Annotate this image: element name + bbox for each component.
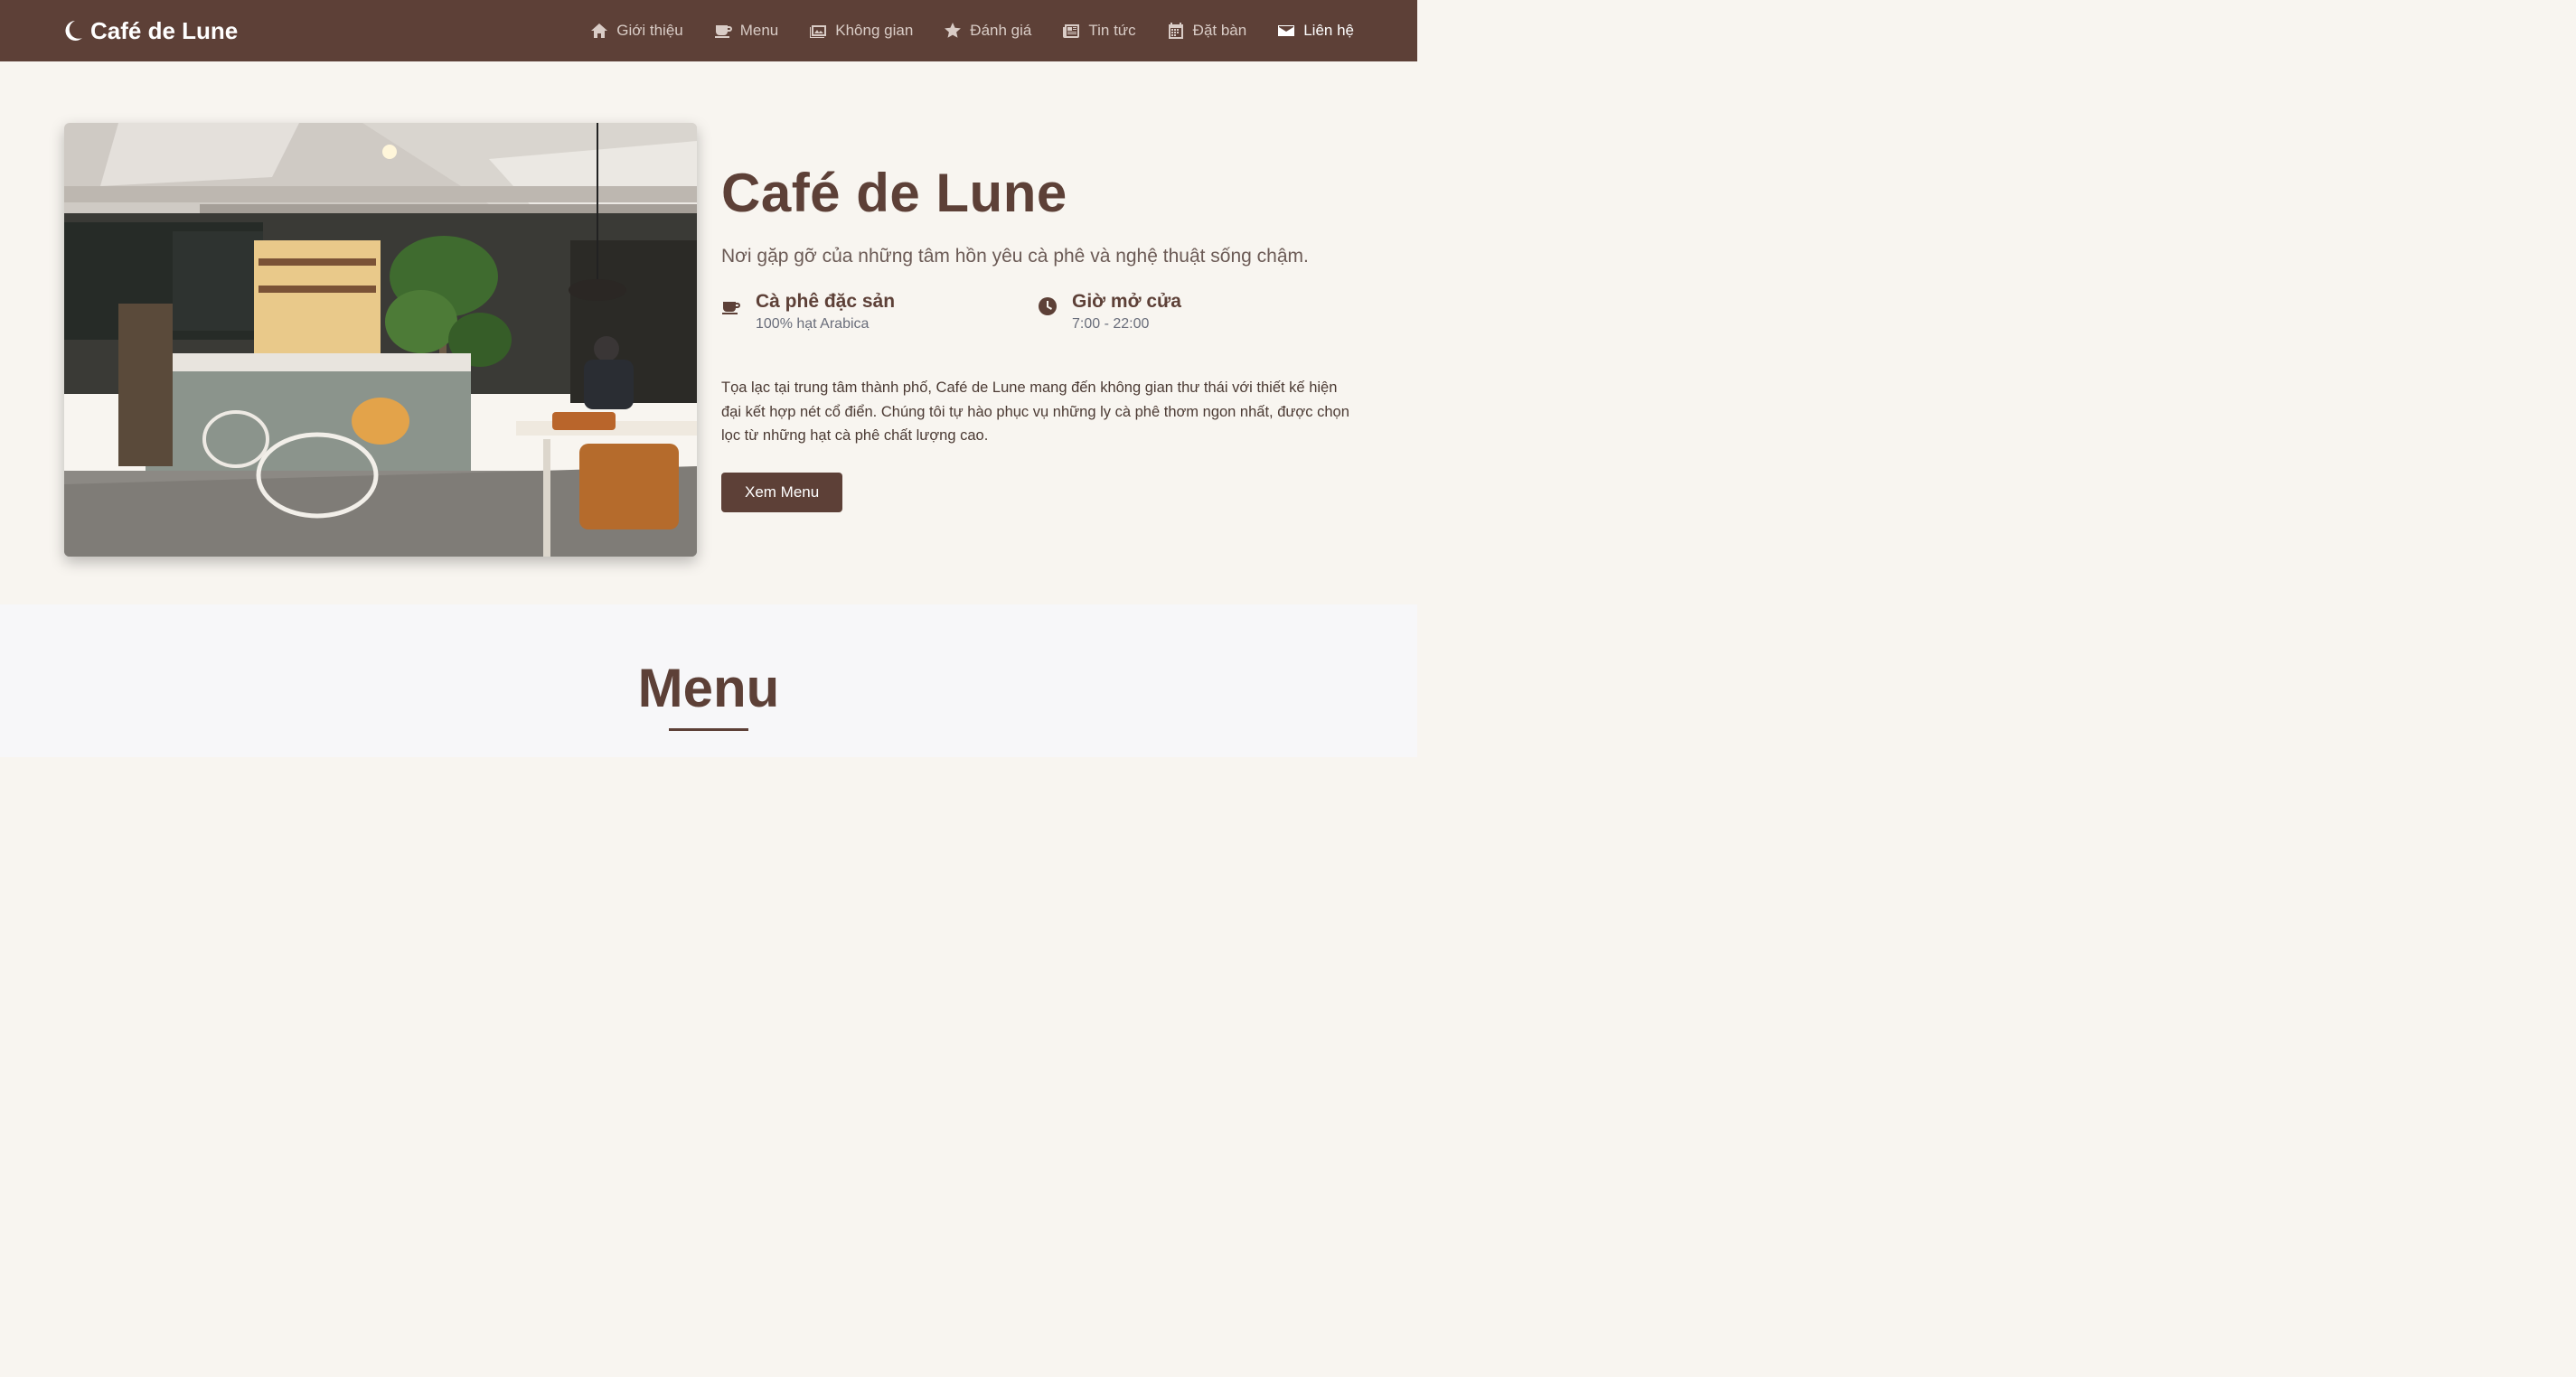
menu-section: Menu — [0, 604, 1417, 757]
feature-row: Cà phê đặc sản 100% hạt Arabica Giờ mở c… — [721, 291, 1354, 333]
nav-item-danh-gia[interactable]: Đánh giá — [944, 22, 1031, 40]
brand-name: Café de Lune — [90, 16, 239, 44]
nav-item-label: Đặt bàn — [1192, 22, 1247, 39]
feature-opening-hours: Giờ mở cửa 7:00 - 22:00 — [1038, 291, 1354, 333]
calendar-icon — [1168, 23, 1183, 39]
feature-subtitle: 7:00 - 22:00 — [1072, 316, 1150, 332]
hero-description: Tọa lạc tại trung tâm thành phố, Café de… — [721, 379, 1349, 444]
clock-icon — [1039, 297, 1057, 315]
nav-item-label: Đánh giá — [970, 22, 1032, 39]
nav-item-label: Tin tức — [1088, 22, 1136, 39]
newspaper-icon — [1063, 24, 1080, 38]
moon-icon — [65, 21, 82, 41]
nav-item-label: Menu — [739, 22, 779, 39]
coffee-icon — [722, 302, 740, 314]
nav-item-label: Liên hệ — [1303, 22, 1354, 39]
nav-links: Giới thiệu Menu Không gian Đánh giá Tin … — [590, 22, 1354, 40]
feature-subtitle: 100% hạt Arabica — [756, 316, 870, 332]
star-icon — [945, 23, 962, 38]
feature-title: Giờ mở cửa — [1072, 291, 1181, 312]
top-navbar: Café de Lune Giới thiệu Menu Không gian … — [0, 0, 1417, 61]
nav-item-lien-he[interactable]: Liên hệ — [1277, 22, 1354, 40]
image-icon — [810, 25, 827, 38]
home-icon — [591, 23, 608, 38]
hero-subtitle: Nơi gặp gỡ của những tâm hồn yêu cà phê … — [721, 246, 1309, 267]
coffee-icon — [714, 25, 732, 38]
menu-section-title: Menu — [637, 658, 780, 718]
nav-item-label: Giới thiệu — [616, 22, 683, 39]
feature-title: Cà phê đặc sản — [756, 291, 896, 312]
nav-item-khong-gian[interactable]: Không gian — [809, 22, 913, 40]
cafe-interior-photo — [64, 123, 697, 557]
hero-title: Café de Lune — [721, 163, 1067, 223]
nav-item-menu[interactable]: Menu — [714, 22, 779, 40]
title-underline — [669, 728, 748, 731]
feature-specialty-coffee: Cà phê đặc sản 100% hạt Arabica — [721, 291, 1038, 333]
nav-item-label: Không gian — [835, 22, 914, 39]
nav-item-gioi-thieu[interactable]: Giới thiệu — [590, 22, 683, 40]
hero-text: Café de Lune Nơi gặp gỡ của những tâm hồ… — [721, 123, 1354, 512]
hero-section: Café de Lune Nơi gặp gỡ của những tâm hồ… — [0, 61, 1417, 604]
brand-logo[interactable]: Café de Lune — [63, 17, 238, 45]
envelope-icon — [1278, 25, 1295, 36]
nav-item-dat-ban[interactable]: Đặt bàn — [1167, 22, 1247, 40]
view-menu-button[interactable]: Xem Menu — [721, 472, 843, 512]
nav-item-tin-tuc[interactable]: Tin tức — [1062, 22, 1136, 40]
